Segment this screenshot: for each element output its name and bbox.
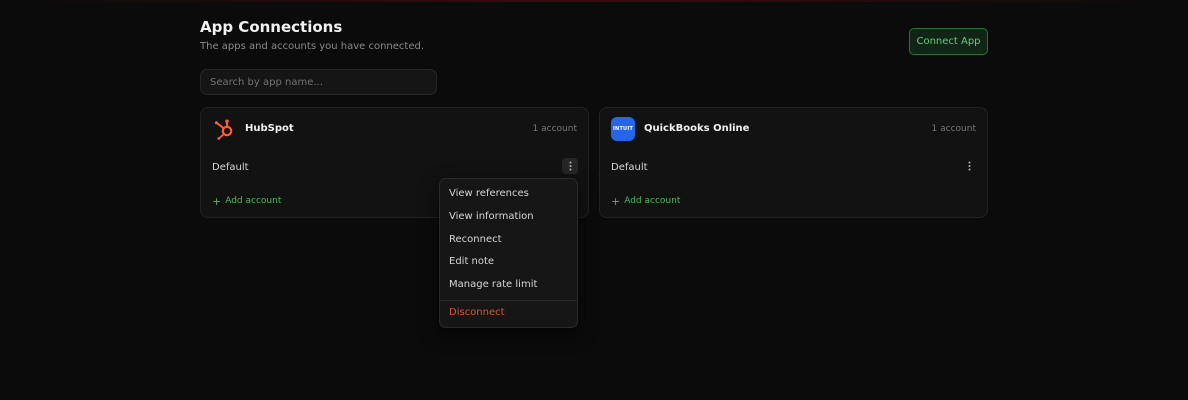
account-name: Default bbox=[611, 162, 648, 173]
account-row: Default bbox=[600, 154, 987, 180]
top-accent-bar bbox=[0, 0, 1188, 2]
more-options-button[interactable] bbox=[961, 158, 977, 174]
account-options-menu: View references View information Reconne… bbox=[439, 178, 578, 328]
account-name: Default bbox=[212, 162, 249, 173]
add-account-label: Add account bbox=[225, 196, 282, 206]
plus-icon: + bbox=[611, 194, 621, 208]
menu-item-reconnect[interactable]: Reconnect bbox=[449, 234, 502, 245]
intuit-logo-icon: INTUIT bbox=[611, 117, 635, 141]
page-subtitle: The apps and accounts you have connected… bbox=[200, 41, 425, 52]
menu-item-manage-rate-limit[interactable]: Manage rate limit bbox=[449, 279, 537, 290]
more-options-button[interactable] bbox=[562, 158, 578, 174]
account-count: 1 account bbox=[931, 124, 976, 134]
menu-item-view-information[interactable]: View information bbox=[449, 211, 534, 222]
menu-item-disconnect[interactable]: Disconnect bbox=[449, 307, 505, 318]
connect-app-button[interactable]: Connect App bbox=[909, 28, 988, 55]
app-name: QuickBooks Online bbox=[644, 123, 750, 134]
plus-icon: + bbox=[212, 194, 222, 208]
search-input[interactable] bbox=[200, 69, 437, 95]
add-account-button[interactable]: + Add account bbox=[611, 194, 681, 208]
hubspot-logo-icon bbox=[212, 117, 236, 141]
page-title: App Connections bbox=[200, 18, 343, 36]
add-account-label: Add account bbox=[624, 196, 681, 206]
menu-divider bbox=[440, 300, 577, 301]
kebab-icon bbox=[569, 161, 571, 171]
account-row: Default bbox=[201, 154, 588, 180]
add-account-button[interactable]: + Add account bbox=[212, 194, 282, 208]
menu-item-edit-note[interactable]: Edit note bbox=[449, 256, 494, 267]
menu-item-view-references[interactable]: View references bbox=[449, 188, 529, 199]
account-count: 1 account bbox=[532, 124, 577, 134]
app-card-quickbooks: INTUIT QuickBooks Online 1 account Defau… bbox=[599, 107, 988, 218]
app-name: HubSpot bbox=[245, 123, 294, 134]
kebab-icon bbox=[968, 161, 970, 171]
